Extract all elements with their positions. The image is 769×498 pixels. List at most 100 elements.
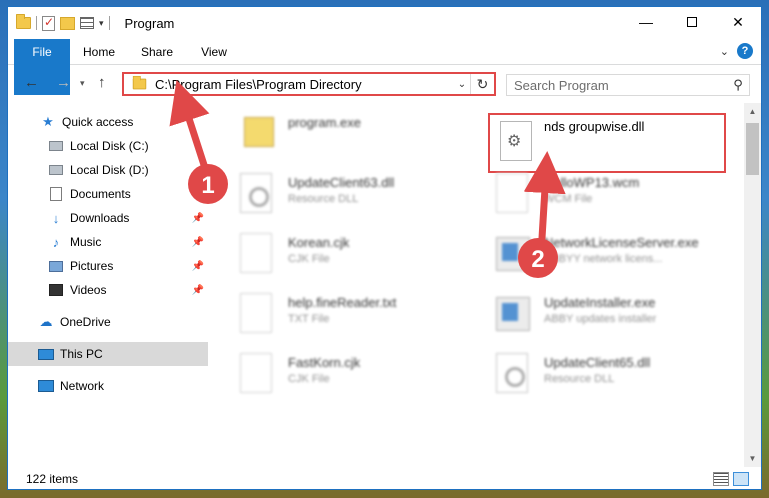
file-item[interactable]: HelloWP13.wcm WCM File bbox=[488, 165, 728, 221]
navigation-bar: ← → ▾ ↑ C:\Program Files\Program Directo… bbox=[8, 66, 761, 102]
maximize-button[interactable] bbox=[669, 7, 715, 37]
file-item[interactable]: UpdateClient65.dll Resource DLL bbox=[488, 345, 728, 401]
sidebar-item-quick-access[interactable]: ★ Quick access bbox=[8, 110, 208, 134]
minimize-button[interactable]: — bbox=[623, 7, 669, 37]
scroll-up-icon[interactable]: ▲ bbox=[744, 103, 761, 120]
music-icon: ♪ bbox=[52, 234, 60, 250]
sidebar-item-label: Videos bbox=[70, 283, 107, 297]
file-type: Resource DLL bbox=[288, 193, 359, 205]
dll-file-icon: ⚙ bbox=[500, 121, 532, 161]
large-icons-view-icon[interactable] bbox=[733, 472, 749, 486]
scrollbar-thumb[interactable] bbox=[746, 123, 759, 175]
gear-icon: ⚙ bbox=[507, 133, 522, 150]
folder-icon bbox=[16, 14, 31, 29]
sidebar-item-label: Pictures bbox=[70, 259, 114, 273]
pin-icon[interactable]: 📌 bbox=[192, 213, 204, 224]
file-item[interactable]: program.exe bbox=[232, 105, 472, 161]
sidebar-item-label: Documents bbox=[70, 187, 131, 201]
pin-icon[interactable]: 📌 bbox=[192, 285, 204, 296]
view-icon[interactable] bbox=[80, 17, 94, 29]
view-toggle bbox=[713, 472, 749, 486]
sidebar-item-onedrive[interactable]: ☁ OneDrive bbox=[8, 310, 208, 334]
documents-icon bbox=[50, 187, 62, 201]
file-type: ABBYY network licens... bbox=[544, 253, 663, 265]
file-type: CJK File bbox=[288, 373, 330, 385]
disk-icon bbox=[49, 141, 63, 151]
up-arrow-icon[interactable]: ↑ bbox=[98, 74, 106, 91]
file-name: help.fineReader.txt bbox=[288, 295, 397, 310]
search-icon[interactable]: ⚲ bbox=[727, 77, 749, 93]
pin-icon[interactable]: 📌 bbox=[192, 237, 204, 248]
forward-arrow-icon[interactable]: → bbox=[56, 74, 71, 91]
sidebar-item-music[interactable]: ♪ Music 📌 bbox=[8, 230, 208, 254]
program-icon bbox=[244, 117, 274, 147]
sidebar-item-videos[interactable]: Videos 📌 bbox=[8, 278, 208, 302]
file-item-highlighted[interactable]: ⚙ nds groupwise.dll bbox=[488, 109, 728, 165]
window-title: Program bbox=[124, 15, 175, 31]
file-icon bbox=[496, 173, 528, 213]
tab-share[interactable]: Share bbox=[132, 39, 182, 65]
maximize-icon bbox=[687, 17, 697, 27]
details-view-icon[interactable] bbox=[713, 472, 729, 486]
toolbar-divider bbox=[108, 16, 110, 30]
sidebar-item-downloads[interactable]: ↓ Downloads 📌 bbox=[8, 206, 208, 230]
sidebar-item-this-pc[interactable]: This PC bbox=[8, 342, 208, 366]
file-name: UpdateClient65.dll bbox=[544, 355, 651, 370]
pc-icon bbox=[38, 348, 54, 360]
new-folder-icon[interactable] bbox=[60, 16, 75, 30]
file-type: Resource DLL bbox=[544, 373, 615, 385]
sidebar-item-pictures[interactable]: Pictures 📌 bbox=[8, 254, 208, 278]
sidebar-item-label: OneDrive bbox=[60, 315, 111, 329]
file-item[interactable]: NetworkLicenseServer.exe ABBYY network l… bbox=[488, 225, 728, 281]
sidebar-item-documents[interactable]: Documents bbox=[8, 182, 208, 206]
pin-icon[interactable]: 📌 bbox=[192, 261, 204, 272]
tab-home[interactable]: Home bbox=[74, 39, 124, 65]
sidebar-item-label: Downloads bbox=[70, 211, 130, 225]
file-icon bbox=[240, 293, 272, 333]
application-icon bbox=[496, 297, 530, 331]
sidebar-item-network[interactable]: Network bbox=[8, 374, 208, 398]
application-icon bbox=[496, 237, 530, 271]
recent-locations-chevron-down-icon[interactable]: ▾ bbox=[80, 78, 85, 89]
dll-file-icon bbox=[240, 173, 272, 213]
sidebar-item-local-disk-c[interactable]: Local Disk (C:) bbox=[8, 134, 208, 158]
scroll-down-icon[interactable]: ▼ bbox=[744, 450, 761, 467]
file-type: CJK File bbox=[288, 253, 330, 265]
properties-icon[interactable] bbox=[42, 15, 55, 31]
network-icon bbox=[38, 380, 54, 392]
tab-view[interactable]: View bbox=[192, 39, 236, 65]
file-item[interactable]: FastKorn.cjk CJK File bbox=[232, 345, 472, 401]
file-item[interactable]: UpdateClient63.dll Resource DLL bbox=[232, 165, 472, 221]
navigation-pane: ★ Quick access Local Disk (C:) Local Dis… bbox=[8, 108, 208, 468]
help-icon[interactable]: ? bbox=[737, 43, 753, 59]
refresh-icon[interactable]: ↻ bbox=[470, 74, 494, 94]
address-bar[interactable]: C:\Program Files\Program Directory ⌄ ↻ bbox=[122, 72, 496, 96]
file-item[interactable]: Korean.cjk CJK File bbox=[232, 225, 472, 281]
quick-access-toolbar: ▾ Program bbox=[16, 14, 175, 31]
file-item[interactable]: UpdateInstaller.exe ABBY updates install… bbox=[488, 285, 728, 341]
file-type: ABBY updates installer bbox=[544, 313, 657, 325]
file-name: Korean.cjk bbox=[288, 235, 350, 250]
search-box[interactable]: ⚲ bbox=[506, 74, 750, 96]
back-arrow-icon[interactable]: ← bbox=[24, 74, 39, 91]
file-icon bbox=[240, 353, 272, 393]
search-input[interactable] bbox=[514, 76, 727, 94]
sidebar-item-label: This PC bbox=[60, 347, 103, 361]
address-history-chevron-down-icon[interactable]: ⌄ bbox=[454, 79, 470, 90]
sidebar-item-local-disk-d[interactable]: Local Disk (D:) bbox=[8, 158, 208, 182]
pictures-icon bbox=[49, 260, 63, 272]
ribbon-tabs: File Home Share View ⌄ ? bbox=[8, 39, 761, 95]
file-item[interactable]: help.fineReader.txt TXT File bbox=[232, 285, 472, 341]
file-type: TXT File bbox=[288, 313, 330, 325]
address-path[interactable]: C:\Program Files\Program Directory bbox=[155, 77, 454, 92]
file-explorer-window: ▾ Program — ✕ File Home Share View ⌄ ? ←… bbox=[7, 6, 762, 490]
expand-ribbon-chevron-down-icon[interactable]: ⌄ bbox=[720, 45, 729, 58]
customize-toolbar-chevron-down-icon[interactable]: ▾ bbox=[99, 18, 104, 29]
item-count: 122 items bbox=[26, 472, 79, 486]
file-type: WCM File bbox=[544, 193, 593, 205]
file-name: UpdateInstaller.exe bbox=[544, 295, 656, 310]
close-button[interactable]: ✕ bbox=[715, 7, 761, 37]
window-controls: — ✕ bbox=[623, 7, 761, 37]
toolbar-divider bbox=[36, 16, 37, 30]
vertical-scrollbar[interactable]: ▲ ▼ bbox=[744, 103, 761, 467]
